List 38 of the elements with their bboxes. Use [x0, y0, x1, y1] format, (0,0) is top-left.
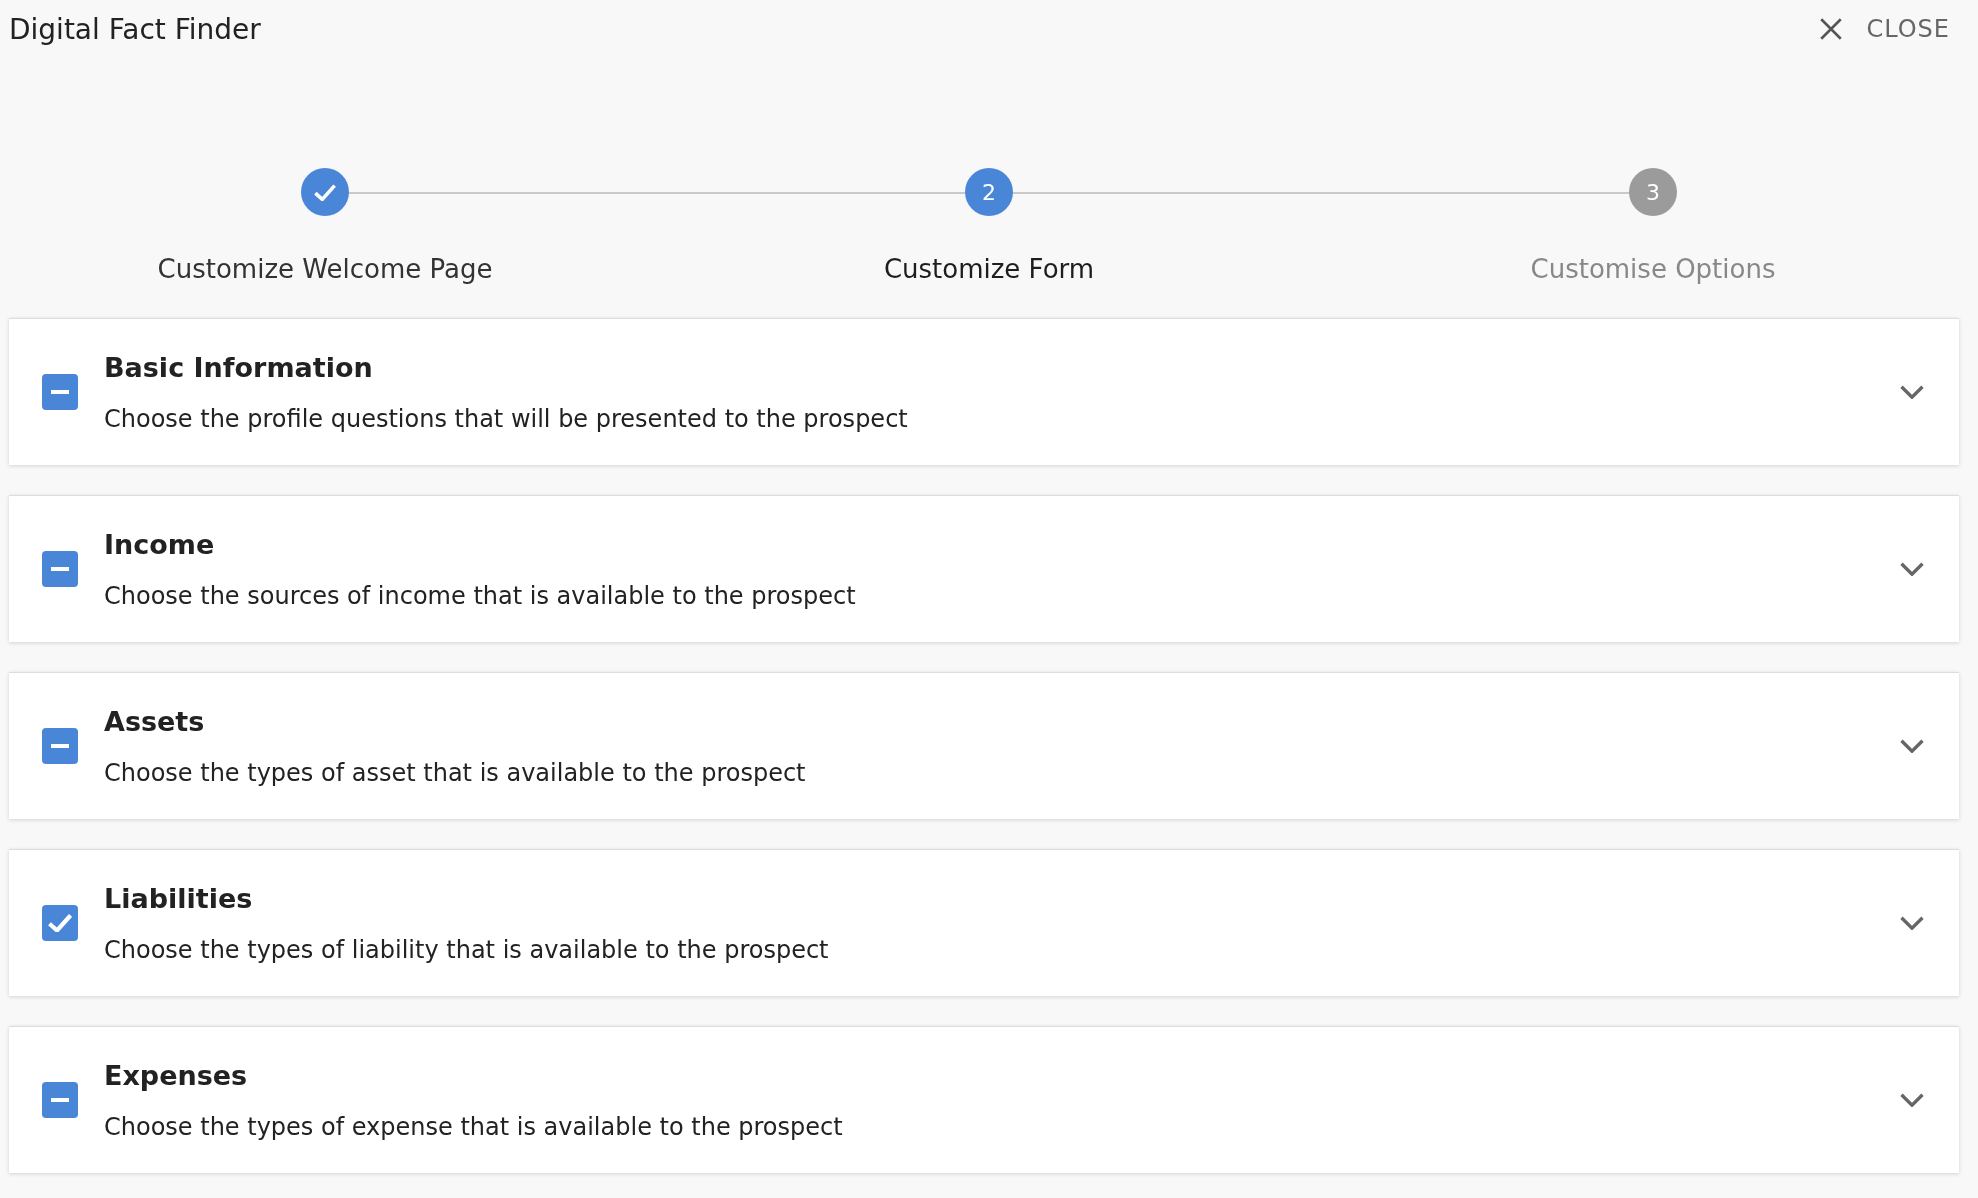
section-card[interactable]: Basic Information Choose the profile questions that will be presented to the prospect	[9, 318, 1959, 465]
section-card[interactable]: Liabilities Choose the types of liability that is available to the prospect	[9, 849, 1959, 996]
checkbox[interactable]	[42, 551, 78, 587]
section-description: Choose the types of asset that is available to the prospect	[104, 758, 807, 787]
checkbox[interactable]	[42, 905, 78, 941]
step-circle[interactable]: 2	[965, 168, 1013, 216]
minus-icon	[51, 390, 69, 394]
chevron-down-icon[interactable]	[1900, 739, 1924, 753]
minus-icon	[51, 1098, 69, 1102]
chevron-down-icon[interactable]	[1900, 562, 1924, 576]
close-button[interactable]: CLOSE	[1812, 9, 1956, 49]
section-title: Basic Information	[104, 351, 374, 383]
section-description: Choose the types of liability that is available to the prospect	[104, 935, 830, 964]
section-card[interactable]: Assets Choose the types of asset that is available to the prospect	[9, 672, 1959, 819]
checkbox[interactable]	[42, 374, 78, 410]
step-label: Customise Options	[1530, 254, 1776, 284]
chevron-down-icon[interactable]	[1900, 385, 1924, 399]
step-circle[interactable]	[301, 168, 349, 216]
step-label: Customize Welcome Page	[157, 254, 493, 284]
checkmark-icon	[314, 183, 336, 201]
section-title: Liabilities	[104, 882, 254, 914]
minus-icon	[51, 744, 69, 748]
section-card[interactable]: Income Choose the sources of income that is available to the prospect	[9, 495, 1959, 642]
section-description: Choose the types of expense that is available to the prospect	[104, 1112, 844, 1141]
section-title: Income	[104, 528, 216, 560]
checkmark-icon	[48, 914, 72, 932]
checkbox[interactable]	[42, 1082, 78, 1118]
section-card[interactable]: Expenses Choose the types of expense that is available to the prospect	[9, 1026, 1959, 1173]
chevron-down-icon[interactable]	[1900, 916, 1924, 930]
step-label: Customize Form	[883, 254, 1095, 284]
minus-icon	[51, 567, 69, 571]
section-title: Assets	[104, 705, 206, 737]
section-description: Choose the profile questions that will be presented to the prospect	[104, 404, 909, 433]
checkbox[interactable]	[42, 728, 78, 764]
section-title: Expenses	[104, 1059, 249, 1091]
section-description: Choose the sources of income that is available to the prospect	[104, 581, 857, 610]
chevron-down-icon[interactable]	[1900, 1093, 1924, 1107]
window-title: Digital Fact Finder	[9, 12, 261, 46]
